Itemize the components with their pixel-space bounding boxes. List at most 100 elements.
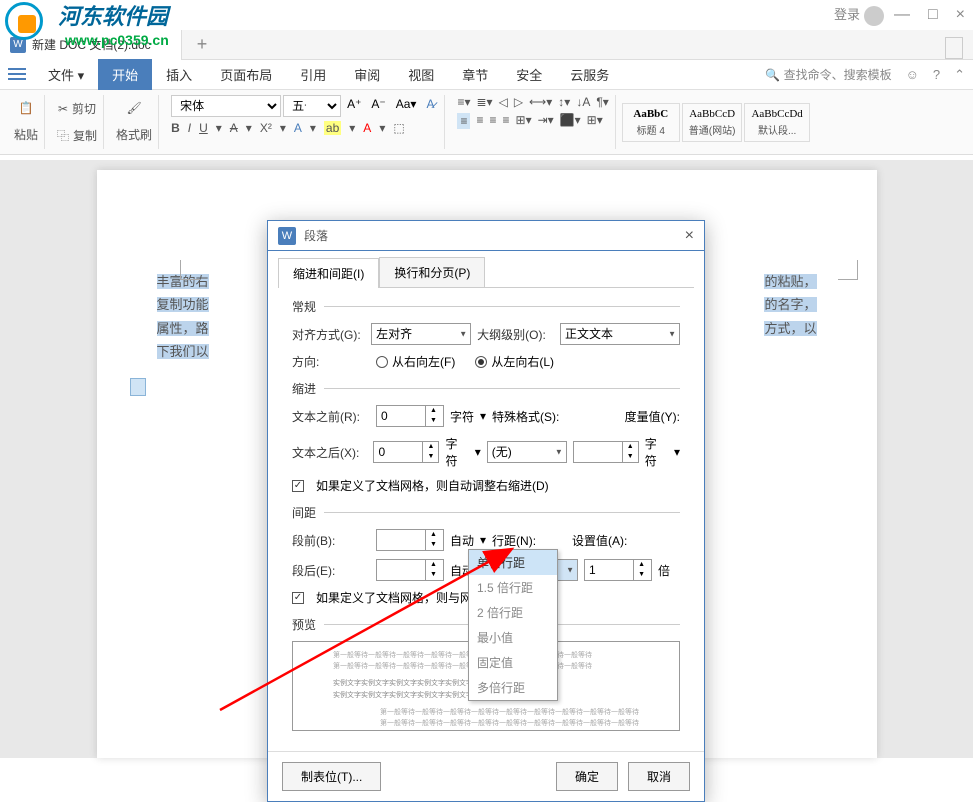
indent-checkbox[interactable]: ✓ bbox=[292, 480, 304, 492]
menu-chapter[interactable]: 章节 bbox=[448, 65, 502, 84]
nav-pane-icon[interactable] bbox=[945, 37, 963, 59]
option-minimum[interactable]: 最小值 bbox=[469, 625, 557, 650]
bold-button[interactable]: B bbox=[171, 121, 180, 135]
option-single[interactable]: 单倍行距 bbox=[469, 550, 557, 575]
grow-font-icon[interactable]: A⁺ bbox=[343, 95, 365, 117]
style-normal-web[interactable]: AaBbCcD 普通(网站) bbox=[682, 103, 743, 142]
border-icon[interactable]: ⊞▾ bbox=[587, 113, 603, 129]
distribute-icon[interactable]: ⊞▾ bbox=[516, 113, 532, 129]
after-para-spinner[interactable]: ▲▼ bbox=[376, 559, 444, 581]
after-text-spinner[interactable]: ▲▼ bbox=[373, 441, 439, 463]
before-text-spinner[interactable]: ▲▼ bbox=[376, 405, 444, 427]
minimize-icon[interactable]: — bbox=[894, 6, 910, 24]
super-sub-icon[interactable]: X² bbox=[260, 121, 272, 135]
tabs-button[interactable]: 制表位(T)... bbox=[282, 762, 381, 791]
outdent-icon[interactable]: ◁ bbox=[499, 95, 508, 109]
measure-spinner[interactable]: ▲▼ bbox=[573, 441, 639, 463]
option-1.5[interactable]: 1.5 倍行距 bbox=[469, 575, 557, 600]
before-para-label: 段前(B): bbox=[292, 532, 370, 549]
menu-layout[interactable]: 页面布局 bbox=[206, 65, 286, 84]
format-painter-button[interactable]: 🖌 bbox=[126, 101, 141, 115]
menu-security[interactable]: 安全 bbox=[502, 65, 556, 84]
italic-button[interactable]: I bbox=[188, 121, 191, 135]
dialog-close-button[interactable]: × bbox=[685, 227, 694, 245]
bullet-list-icon[interactable]: ≡▾ bbox=[457, 95, 470, 109]
add-tab-button[interactable]: + bbox=[182, 34, 223, 55]
section-indent: 缩进 bbox=[292, 380, 680, 397]
ok-button[interactable]: 确定 bbox=[556, 762, 618, 791]
paragraph-dialog: W 段落 × 缩进和间距(I) 换行和分页(P) 常规 对齐方式(G): 左对齐… bbox=[267, 220, 705, 802]
change-case-icon[interactable]: Aa▾ bbox=[392, 95, 421, 117]
option-multiple[interactable]: 多倍行距 bbox=[469, 675, 557, 700]
tab-indent-spacing[interactable]: 缩进和间距(I) bbox=[278, 258, 379, 288]
cancel-button[interactable]: 取消 bbox=[628, 762, 690, 791]
align-justify-icon[interactable]: ≡ bbox=[503, 113, 510, 129]
cut-button[interactable]: ✂ 剪切 bbox=[58, 100, 96, 117]
menu-file[interactable]: 文件 ▾ bbox=[34, 65, 98, 84]
highlight-icon[interactable]: ab bbox=[324, 121, 341, 135]
menu-view[interactable]: 视图 bbox=[394, 65, 448, 84]
menu-cloud[interactable]: 云服务 bbox=[556, 65, 623, 84]
shrink-font-icon[interactable]: A⁻ bbox=[367, 95, 389, 117]
ltr-radio[interactable]: 从左向右(L) bbox=[475, 353, 554, 370]
spacing-checkbox[interactable]: ✓ bbox=[292, 592, 304, 604]
option-fixed[interactable]: 固定值 bbox=[469, 650, 557, 675]
line-spacing-label: 行距(N): bbox=[492, 532, 536, 549]
search-box[interactable]: 🔍 查找命令、搜索模板 bbox=[765, 66, 891, 83]
underline-button[interactable]: U bbox=[199, 121, 208, 135]
alignment-select[interactable]: 左对齐 bbox=[371, 323, 471, 345]
line-spacing-dropdown: 单倍行距 1.5 倍行距 2 倍行距 最小值 固定值 多倍行距 bbox=[468, 549, 558, 701]
maximize-icon[interactable]: □ bbox=[928, 6, 938, 24]
align-left-icon[interactable]: ≡ bbox=[457, 113, 470, 129]
paste-label: 粘贴 bbox=[14, 126, 38, 143]
sort-icon[interactable]: ↓A bbox=[576, 95, 590, 109]
option-double[interactable]: 2 倍行距 bbox=[469, 600, 557, 625]
outline-select[interactable]: 正文文本 bbox=[560, 323, 680, 345]
font-color-icon[interactable]: A bbox=[363, 121, 371, 135]
watermark-url: www.pc0359.cn bbox=[65, 32, 169, 48]
line-spacing-icon[interactable]: ↕▾ bbox=[558, 95, 570, 109]
menu-review[interactable]: 审阅 bbox=[340, 65, 394, 84]
text-effect-icon[interactable]: A bbox=[294, 121, 302, 135]
special-format-select[interactable]: (无) bbox=[487, 441, 567, 463]
dialog-title: 段落 bbox=[304, 227, 328, 244]
smiley-icon[interactable]: ☺ bbox=[906, 67, 919, 83]
indent-check-label: 如果定义了文档网格，则自动调整右缩进(D) bbox=[316, 477, 549, 494]
title-bar: 河东软件园 登录 — □ × bbox=[0, 0, 973, 30]
menu-bar: 文件 ▾ 开始 插入 页面布局 引用 审阅 视图 章节 安全 云服务 🔍 查找命… bbox=[0, 60, 973, 90]
style-default[interactable]: AaBbCcDd 默认段... bbox=[744, 103, 809, 142]
text-direction-icon[interactable]: ⟷▾ bbox=[529, 95, 552, 109]
login-link[interactable]: 登录 bbox=[834, 4, 884, 26]
alignment-label: 对齐方式(G): bbox=[292, 326, 365, 343]
shading-icon[interactable]: ⬛▾ bbox=[560, 113, 581, 129]
before-text-label: 文本之前(R): bbox=[292, 408, 370, 425]
copy-button[interactable]: ⿻ 复制 bbox=[57, 127, 97, 144]
menu-start[interactable]: 开始 bbox=[98, 59, 152, 90]
indent-icon[interactable]: ▷ bbox=[514, 95, 523, 109]
align-center-icon[interactable]: ≡ bbox=[476, 113, 483, 129]
font-size-select[interactable]: 五号 bbox=[283, 95, 341, 117]
clear-format-icon[interactable]: A̷ bbox=[422, 95, 438, 117]
menu-references[interactable]: 引用 bbox=[286, 65, 340, 84]
menu-insert[interactable]: 插入 bbox=[152, 65, 206, 84]
set-value-spinner[interactable]: ▲▼ bbox=[584, 559, 652, 581]
strike-button[interactable]: A bbox=[230, 121, 238, 135]
brand-text: 河东软件园 bbox=[58, 0, 168, 31]
collapse-icon[interactable]: ⌃ bbox=[954, 67, 965, 83]
number-list-icon[interactable]: ≣▾ bbox=[477, 95, 493, 109]
hamburger-icon[interactable] bbox=[8, 68, 26, 82]
font-family-select[interactable]: 宋体 bbox=[171, 95, 281, 117]
paste-button[interactable]: 📋 bbox=[19, 101, 34, 115]
show-marks-icon[interactable]: ¶▾ bbox=[596, 95, 608, 109]
align-right-icon[interactable]: ≡ bbox=[490, 113, 497, 129]
tab-line-page-breaks[interactable]: 换行和分页(P) bbox=[379, 257, 485, 287]
outline-label: 大纲级别(O): bbox=[477, 326, 554, 343]
char-border-icon[interactable]: ⬚ bbox=[393, 121, 404, 135]
tab-icon[interactable]: ⇥▾ bbox=[538, 113, 554, 129]
rtl-radio[interactable]: 从右向左(F) bbox=[376, 353, 455, 370]
section-icon[interactable] bbox=[130, 378, 146, 396]
before-para-spinner[interactable]: ▲▼ bbox=[376, 529, 444, 551]
style-heading4[interactable]: AaBbC 标题 4 bbox=[622, 103, 680, 142]
help-icon[interactable]: ? bbox=[933, 67, 940, 83]
close-icon[interactable]: × bbox=[956, 6, 965, 24]
